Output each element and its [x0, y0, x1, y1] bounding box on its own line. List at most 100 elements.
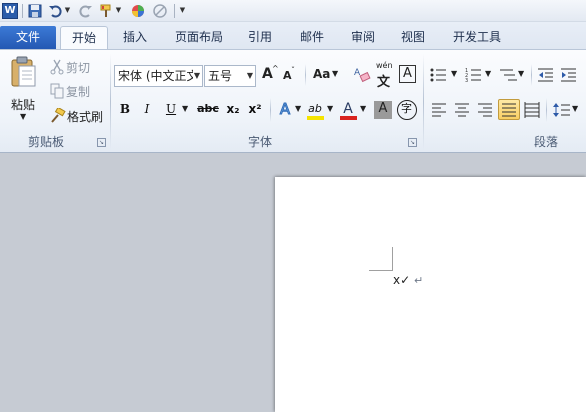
- tab-insert[interactable]: 插入: [112, 26, 158, 49]
- clear-formatting-icon: A: [354, 68, 371, 83]
- align-right-icon[interactable]: [477, 102, 493, 118]
- phonetic-pinyin: wén: [376, 61, 393, 70]
- phonetic-guide-button[interactable]: wén 文: [374, 61, 396, 90]
- align-left-icon[interactable]: [431, 102, 447, 118]
- font-name-value: 宋体 (中文正文: [118, 69, 199, 83]
- font-group-label: 字体: [247, 135, 272, 149]
- subscript-button[interactable]: x₂: [223, 100, 243, 120]
- bullets-icon[interactable]: [430, 67, 450, 83]
- superscript-button[interactable]: x²: [245, 100, 265, 120]
- format-painter-brush-icon: [51, 108, 66, 123]
- redo-icon[interactable]: [78, 3, 94, 19]
- character-shading-glyph: A: [378, 101, 388, 116]
- character-shading-button[interactable]: A: [374, 101, 392, 119]
- decrease-indent-icon[interactable]: [537, 67, 555, 83]
- font-color-bar: [340, 116, 357, 120]
- format-painter-label: 格式刷: [67, 110, 104, 124]
- line-spacing-dropdown-icon[interactable]: ▼: [572, 104, 578, 113]
- format-painter-button[interactable]: 格式刷: [48, 107, 108, 125]
- paste-button[interactable]: 粘贴 ▼: [4, 54, 42, 124]
- undo-dropdown-icon[interactable]: ▼: [64, 6, 71, 14]
- customize-toolbar-icon[interactable]: ▼: [179, 6, 186, 14]
- toolbar-separator: [22, 4, 23, 18]
- bold-button[interactable]: B: [116, 100, 136, 120]
- character-border-glyph: A: [403, 66, 412, 81]
- color-wheel-icon[interactable]: [130, 3, 146, 19]
- clear-formatting-button[interactable]: A: [352, 63, 372, 85]
- font-color-button[interactable]: A ▼: [339, 100, 369, 120]
- format-painter-dropdown-icon[interactable]: ▼: [115, 6, 122, 14]
- margin-corner-mark: [369, 270, 393, 271]
- distributed-align-icon[interactable]: [524, 102, 540, 118]
- tab-file[interactable]: 文件: [0, 26, 56, 49]
- font-size-combo[interactable]: 五号 ▼: [204, 65, 256, 87]
- multilevel-list-icon[interactable]: [499, 67, 519, 83]
- bullets-dropdown-icon[interactable]: ▼: [451, 69, 457, 78]
- toolbar-separator: [546, 98, 547, 122]
- tab-references[interactable]: 引用: [238, 26, 282, 49]
- tab-view[interactable]: 视图: [391, 26, 435, 49]
- document-text[interactable]: x✓: [393, 273, 410, 287]
- format-painter-icon[interactable]: [98, 3, 114, 19]
- toolbar-separator: [270, 98, 271, 122]
- paste-dropdown-icon[interactable]: ▼: [20, 112, 26, 121]
- italic-glyph: I: [144, 102, 150, 116]
- underline-glyph: U: [165, 102, 177, 116]
- font-size-value: 五号: [208, 69, 233, 83]
- font-color-dropdown-icon[interactable]: ▼: [360, 104, 366, 113]
- group-separator: [423, 54, 424, 150]
- font-dialog-launcher-icon[interactable]: ↘: [408, 138, 417, 147]
- clipboard-group-label: 剪贴板: [27, 135, 64, 149]
- paragraph-group-label: 段落: [533, 135, 558, 149]
- document-page[interactable]: x✓ ↵: [275, 177, 586, 412]
- enclose-characters-button[interactable]: 字: [397, 100, 417, 120]
- strikethrough-glyph: abc: [197, 102, 219, 115]
- svg-text:3: 3: [465, 78, 468, 83]
- highlight-dropdown-icon[interactable]: ▼: [327, 104, 333, 113]
- change-case-dropdown-icon[interactable]: ▼: [332, 69, 338, 78]
- tab-home[interactable]: 开始: [60, 26, 108, 49]
- align-center-icon[interactable]: [454, 102, 470, 118]
- copy-icon: [50, 83, 64, 99]
- highlight-color-bar: [307, 116, 324, 120]
- word-app-icon[interactable]: W: [2, 3, 18, 19]
- tab-review[interactable]: 审阅: [341, 26, 385, 49]
- chevron-down-icon[interactable]: ▼: [247, 66, 253, 86]
- tab-developer[interactable]: 开发工具: [444, 26, 510, 49]
- tab-mailings[interactable]: 邮件: [290, 26, 334, 49]
- change-case-button[interactable]: Aa: [313, 67, 330, 81]
- group-separator: [110, 54, 111, 150]
- numbering-dropdown-icon[interactable]: ▼: [485, 69, 491, 78]
- bold-glyph: B: [119, 102, 131, 116]
- margin-corner-mark: [392, 247, 393, 271]
- numbering-icon[interactable]: 1 2 3: [465, 67, 485, 83]
- copy-label: 复制: [66, 85, 91, 99]
- highlight-button[interactable]: ab ▼: [306, 100, 336, 120]
- undo-icon[interactable]: [47, 3, 63, 19]
- font-name-combo[interactable]: 宋体 (中文正文 ▼: [114, 65, 203, 87]
- superscript-glyph: x²: [248, 102, 262, 116]
- paste-label: 粘贴: [11, 98, 36, 112]
- character-border-button[interactable]: A: [399, 65, 416, 83]
- italic-button[interactable]: I: [138, 100, 158, 120]
- chevron-down-icon[interactable]: ▼: [192, 66, 200, 86]
- cut-button[interactable]: 剪切: [48, 58, 104, 76]
- justify-button[interactable]: [498, 99, 520, 120]
- toolbar-separator: [305, 64, 306, 86]
- line-spacing-icon[interactable]: [553, 102, 571, 118]
- multilevel-dropdown-icon[interactable]: ▼: [518, 69, 524, 78]
- strikethrough-button[interactable]: abc: [196, 100, 220, 120]
- quick-access-toolbar: W ▼ ▼ ▼: [0, 0, 586, 22]
- no-sign-icon[interactable]: [152, 3, 168, 19]
- paste-icon: [11, 56, 36, 87]
- increase-indent-icon[interactable]: [560, 67, 578, 83]
- save-icon[interactable]: [27, 3, 43, 19]
- clipboard-dialog-launcher-icon[interactable]: ↘: [97, 138, 106, 147]
- text-effects-button[interactable]: A ▼: [276, 100, 304, 120]
- tab-page-layout[interactable]: 页面布局: [164, 26, 234, 49]
- underline-button[interactable]: U ▼: [162, 100, 190, 120]
- copy-button[interactable]: 复制: [48, 82, 104, 100]
- text-effects-dropdown-icon[interactable]: ▼: [295, 104, 301, 113]
- underline-dropdown-icon[interactable]: ▼: [182, 104, 188, 113]
- phonetic-char: 文: [377, 75, 391, 90]
